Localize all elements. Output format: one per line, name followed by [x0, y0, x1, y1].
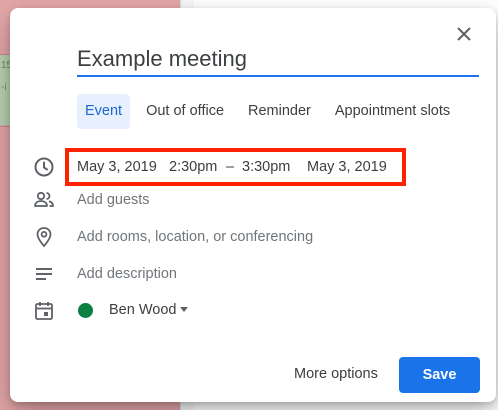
add-description-input[interactable]: Add description: [77, 259, 177, 289]
description-lines-icon: [36, 268, 52, 280]
time-separator: –: [226, 159, 235, 175]
event-title-input[interactable]: Example meeting: [77, 45, 479, 77]
clock-icon: [34, 157, 54, 177]
add-guests-input[interactable]: Add guests: [77, 185, 150, 215]
event-type-tabs: Event Out of office Reminder Appointment…: [77, 94, 466, 129]
add-location-input[interactable]: Add rooms, location, or conferencing: [77, 222, 313, 252]
tab-out-of-office[interactable]: Out of office: [138, 94, 232, 129]
save-button[interactable]: Save: [399, 357, 480, 393]
close-icon: [457, 27, 471, 41]
close-button[interactable]: [450, 20, 478, 48]
more-options-button[interactable]: More options: [286, 356, 386, 392]
calendar-owner-name: Ben Wood: [109, 302, 177, 318]
description-row: Add description: [10, 259, 496, 289]
start-date[interactable]: May 3, 2019: [77, 155, 157, 179]
calendar-color-dot: [78, 303, 93, 318]
location-row: Add rooms, location, or conferencing: [10, 222, 496, 252]
guests-row: Add guests: [10, 185, 496, 215]
chevron-down-icon: [180, 307, 188, 312]
quick-event-dialog: Example meeting Event Out of office Remi…: [10, 8, 496, 402]
tab-reminder[interactable]: Reminder: [240, 94, 319, 129]
end-date[interactable]: May 3, 2019: [307, 155, 387, 179]
start-time[interactable]: 2:30pm: [169, 155, 217, 179]
tab-event[interactable]: Event: [77, 94, 131, 129]
calendar-icon: [35, 302, 53, 320]
end-time[interactable]: 3:30pm: [242, 155, 290, 179]
people-icon: [34, 191, 54, 207]
location-pin-icon: [36, 227, 52, 248]
tab-appointment-slots[interactable]: Appointment slots: [327, 94, 458, 129]
